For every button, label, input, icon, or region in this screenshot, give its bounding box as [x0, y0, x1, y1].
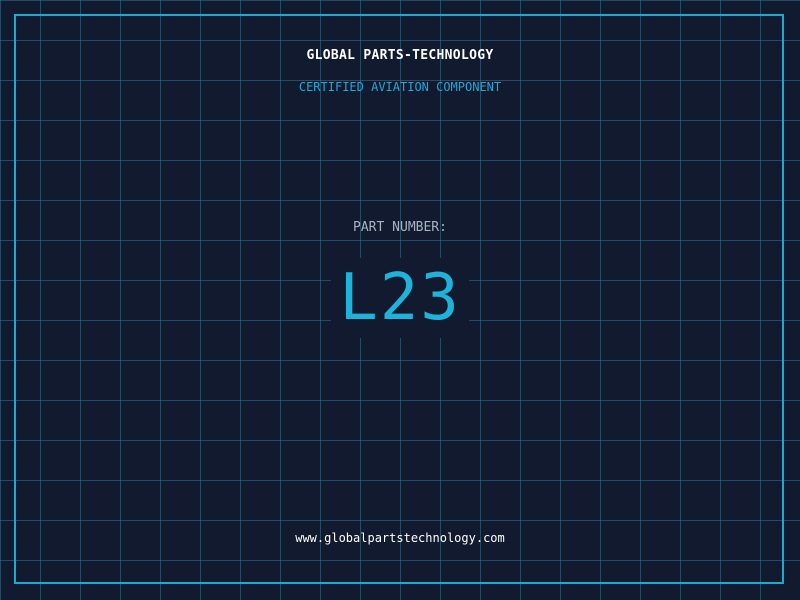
brand-title: GLOBAL PARTS-TECHNOLOGY [306, 48, 494, 63]
brand-subtitle: CERTIFIED AVIATION COMPONENT [298, 80, 502, 94]
part-number-label: PART NUMBER: [353, 220, 447, 235]
part-number-container: L23 [0, 258, 800, 338]
website-url: www.globalpartstechnology.com [295, 531, 505, 545]
parts-certificate-card: GLOBAL PARTS-TECHNOLOGY CERTIFIED AVIATI… [0, 0, 800, 600]
part-number-value: L23 [331, 258, 469, 338]
